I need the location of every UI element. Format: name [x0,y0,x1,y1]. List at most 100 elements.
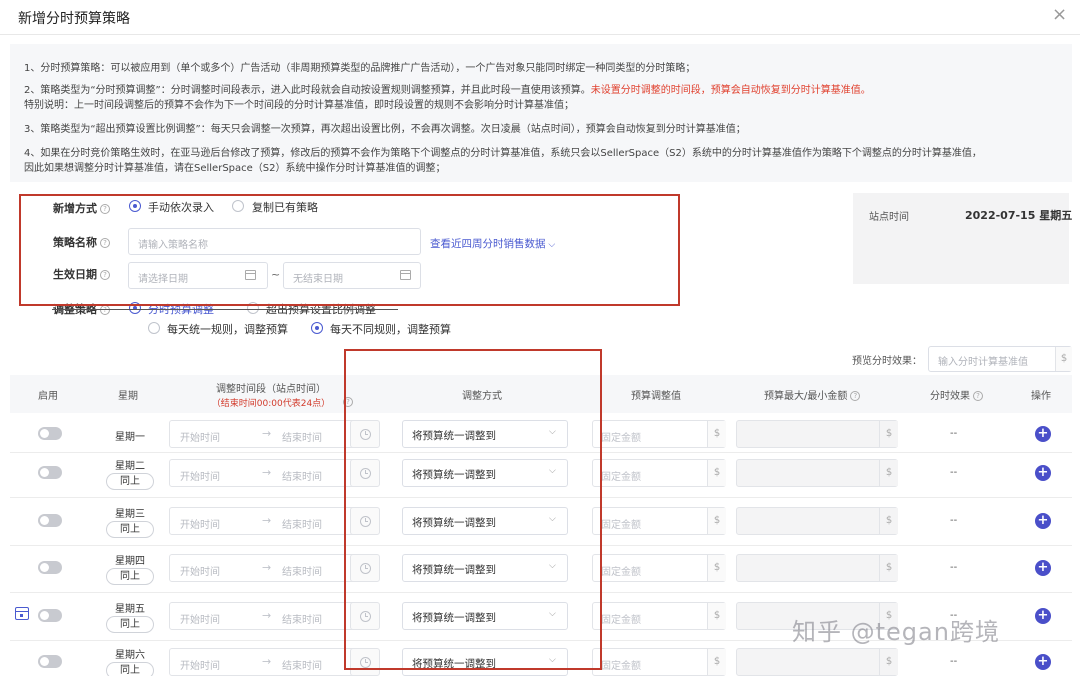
enable-toggle[interactable] [38,609,62,622]
time-range-input[interactable]: 开始时间 → 结束时间 [169,507,379,535]
budget-maxmin-input[interactable]: $ [736,420,898,448]
radio-time-budget-adjust[interactable] [129,302,141,314]
weekday-label: 星期三 [115,509,145,520]
time-range-input[interactable]: 开始时间 → 结束时间 [169,420,379,448]
time-picker-button[interactable] [350,554,380,582]
header-action: 操作 [1031,391,1051,402]
end-date-input[interactable]: 无结束日期 [283,262,421,289]
start-date-placeholder: 请选择日期 [138,274,188,285]
strikethrough-line [52,309,398,310]
add-icon[interactable]: + [1035,426,1051,442]
time-picker-button[interactable] [350,459,380,487]
preview-base-input[interactable]: 输入分时计算基准值 $ [928,346,1072,372]
view-sales-data-link[interactable]: 查看近四周分时销售数据 ⌵ [430,236,555,251]
add-icon[interactable]: + [1035,560,1051,576]
adjust-method-select[interactable]: 将预算统一调整到 ⌵ [402,420,568,448]
enable-toggle[interactable] [38,514,62,527]
site-time-panel: 站点时间 2022-07-15 星期五 [853,193,1072,284]
time-picker-button[interactable] [350,648,380,676]
header-maxmin-text: 预算最大/最小金额 [764,391,848,402]
adjust-method-value: 将预算统一调整到 [412,469,496,481]
radio-manual-entry-label: 手动依次录入 [148,201,214,214]
enable-toggle[interactable] [38,466,62,479]
start-date-input[interactable]: 请选择日期 [128,262,268,289]
enable-toggle[interactable] [38,561,62,574]
end-time-placeholder: 结束时间 [282,472,322,483]
add-icon[interactable]: + [1035,465,1051,481]
time-picker-button[interactable] [350,602,380,630]
time-range-input[interactable]: 开始时间 → 结束时间 [169,459,379,487]
header-method: 调整方式 [462,391,502,402]
chevron-down-icon: ⌵ [549,561,556,571]
adjust-method-select[interactable]: 将预算统一调整到 ⌵ [402,602,568,630]
budget-maxmin-input[interactable]: $ [736,507,898,535]
start-time-placeholder: 开始时间 [180,615,220,626]
note-2: 2、策略类型为“分时预算调整”：分时调整时间段表示，进入此时段就会自动按设置规则… [24,84,871,98]
chevron-down-icon: ⌵ [549,427,556,437]
date-separator: ~ [271,268,281,281]
help-icon: ? [100,204,110,214]
time-range-input[interactable]: 开始时间 → 结束时间 [169,648,379,676]
add-icon[interactable]: + [1035,513,1051,529]
end-time-placeholder: 结束时间 [282,433,322,444]
close-icon[interactable]: × [1052,4,1067,25]
end-time-placeholder: 结束时间 [282,615,322,626]
radio-manual-entry[interactable] [129,200,141,212]
help-icon: ? [973,391,983,401]
effect-value: -- [950,562,958,573]
budget-maxmin-input[interactable]: $ [736,459,898,487]
header-effect: 分时效果? [930,387,983,402]
time-range-input[interactable]: 开始时间 → 结束时间 [169,554,379,582]
time-range-input[interactable]: 开始时间 → 结束时间 [169,602,379,630]
new-time-budget-strategy-dialog: { "dialog": {"title": "新增分时预算策略", "close… [0,0,1080,676]
watermark-text: 知乎 @tegan跨境 [792,618,1000,646]
preview-label: 预览分时效果： [852,356,922,367]
adjust-method-select[interactable]: 将预算统一调整到 ⌵ [402,554,568,582]
same-as-above-button[interactable]: 同上 [106,473,154,490]
budget-value-input[interactable]: 固定金额 $ [592,602,726,630]
adjust-method-select[interactable]: 将预算统一调整到 ⌵ [402,459,568,487]
arrow-right-icon: → [262,427,272,440]
budget-value-input[interactable]: 固定金额 $ [592,648,726,676]
row-divider [10,545,1072,546]
budget-value-input[interactable]: 固定金额 $ [592,459,726,487]
strategy-name-input[interactable]: 请输入策略名称 [128,228,421,255]
adjust-method-value: 将预算统一调整到 [412,612,496,624]
radio-over-budget-ratio[interactable] [247,302,259,314]
radio-daily-diff-rule[interactable] [311,322,323,334]
radio-daily-same-rule[interactable] [148,322,160,334]
enable-toggle[interactable] [38,655,62,668]
budget-maxmin-input[interactable]: $ [736,554,898,582]
weekday-label: 星期五 [115,604,145,615]
same-as-above-button[interactable]: 同上 [106,662,154,676]
arrow-right-icon: → [262,466,272,479]
site-time-label: 站点时间 [869,212,909,223]
dollar-unit: $ [707,508,726,534]
time-picker-button[interactable] [350,420,380,448]
dollar-unit: $ [879,460,898,486]
fixed-amount-placeholder: 固定金额 [601,433,641,444]
same-as-above-button[interactable]: 同上 [106,616,154,633]
budget-maxmin-input[interactable]: $ [736,648,898,676]
time-picker-button[interactable] [350,507,380,535]
start-time-placeholder: 开始时间 [180,661,220,672]
adjust-method-select[interactable]: 将预算统一调整到 ⌵ [402,648,568,676]
budget-value-input[interactable]: 固定金额 $ [592,554,726,582]
add-icon[interactable]: + [1035,608,1051,624]
adjust-method-select[interactable]: 将预算统一调整到 ⌵ [402,507,568,535]
title-divider [0,34,1080,35]
budget-value-input[interactable]: 固定金额 $ [592,507,726,535]
note-4-cont: 因此如果想调整分时计算基准值，请在SellerSpace（S2）系统中操作分时计… [24,163,446,174]
budget-value-input[interactable]: 固定金额 $ [592,420,726,448]
same-as-above-button[interactable]: 同上 [106,568,154,585]
radio-copy-strategy[interactable] [232,200,244,212]
add-icon[interactable]: + [1035,654,1051,670]
effect-value: -- [950,656,958,667]
enable-toggle[interactable] [38,427,62,440]
dollar-unit: $ [879,649,898,675]
same-as-above-button[interactable]: 同上 [106,521,154,538]
header-enable: 启用 [38,391,58,402]
dollar-unit: $ [1055,347,1072,371]
weekday-label: 星期四 [115,556,145,567]
add-method-label: 新增方式? [53,200,110,216]
